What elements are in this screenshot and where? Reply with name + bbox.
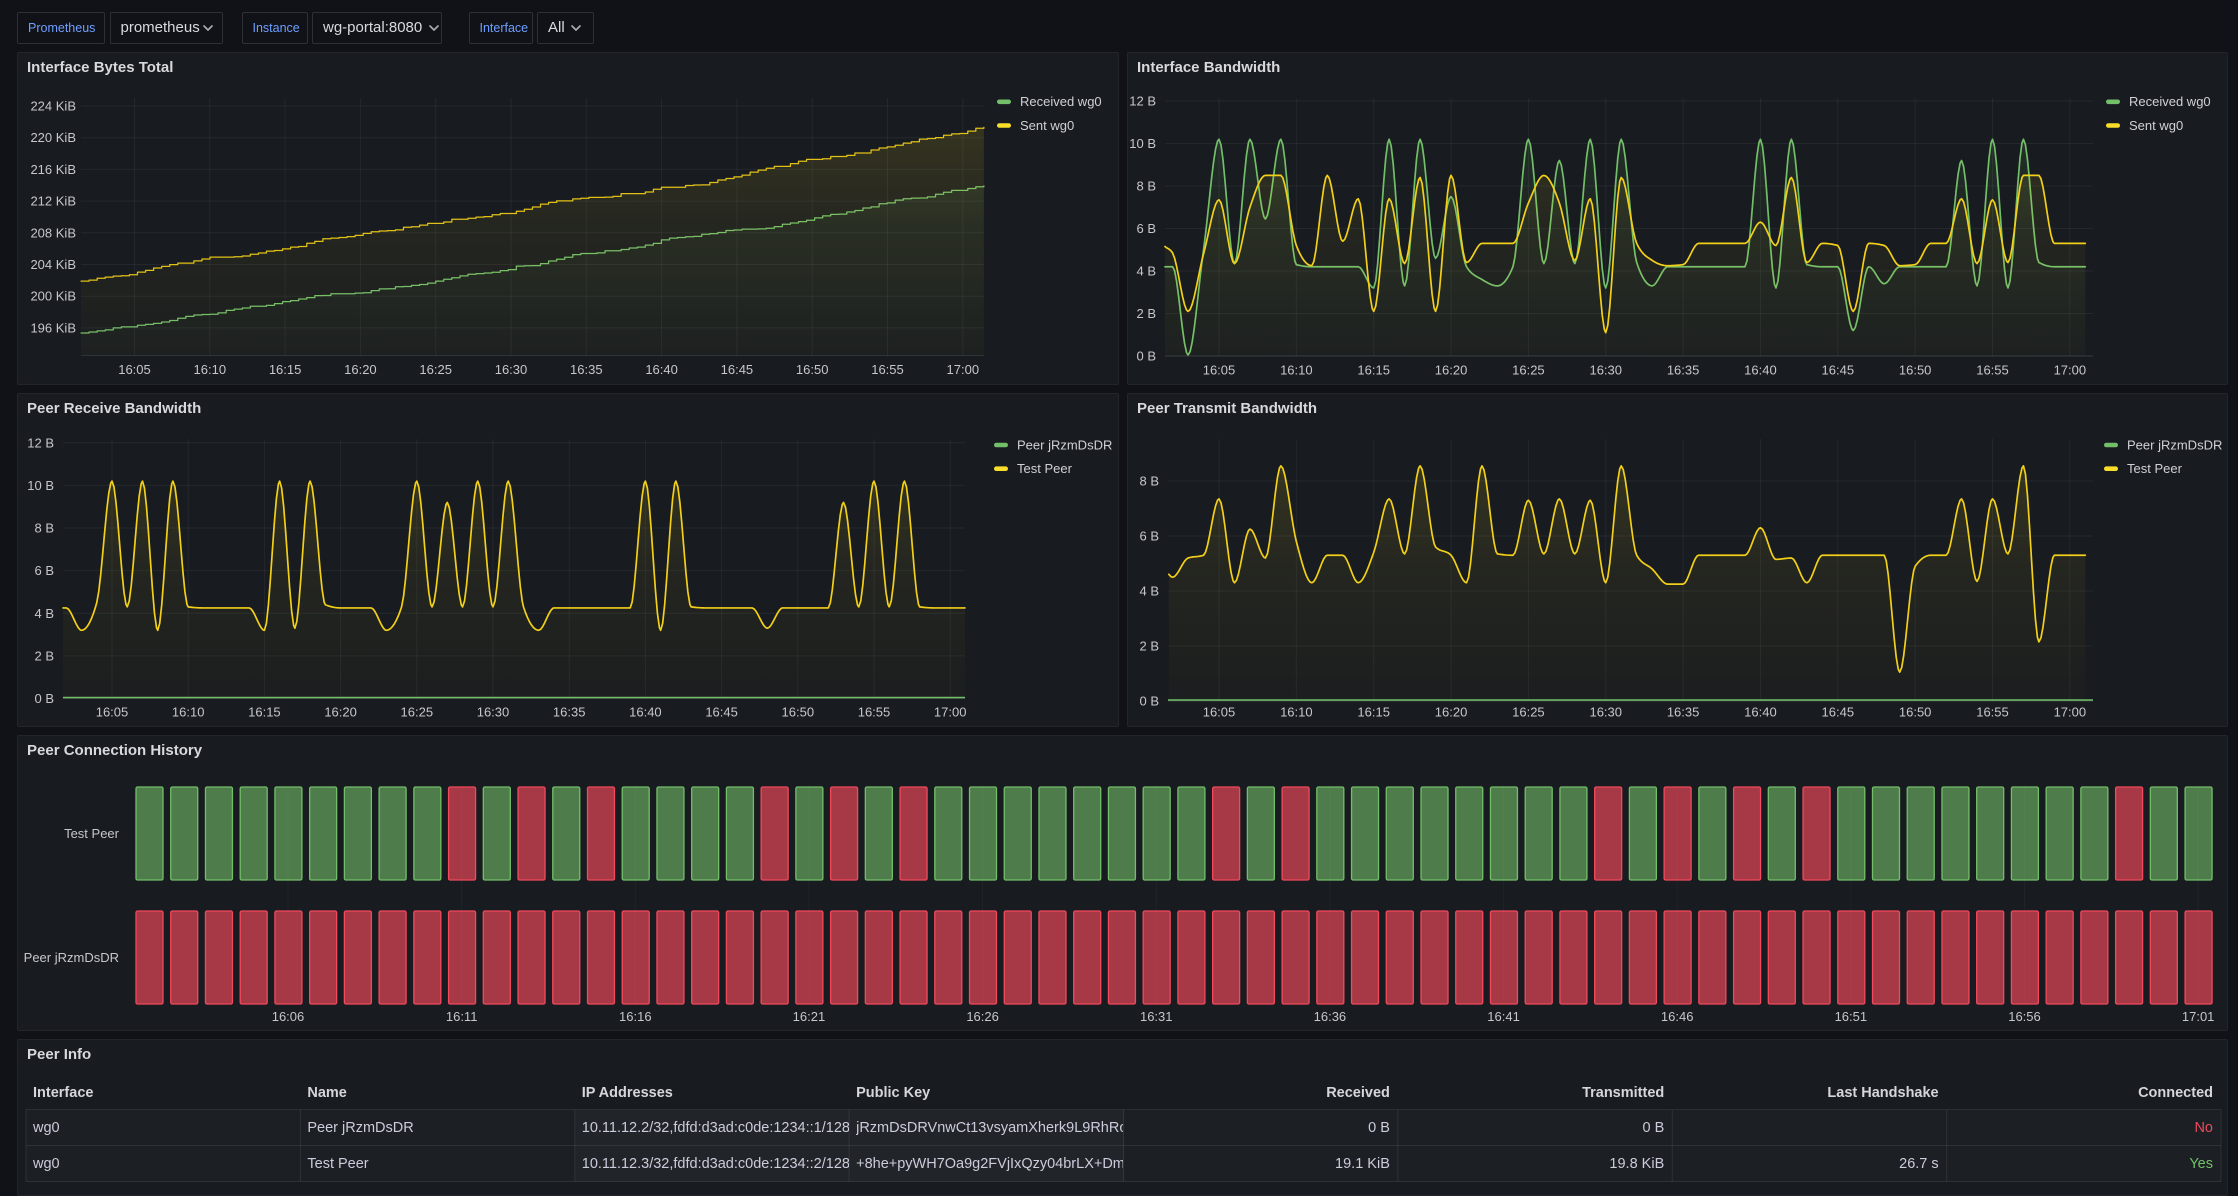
svg-text:16:50: 16:50 xyxy=(796,362,829,377)
svg-text:16:55: 16:55 xyxy=(858,705,891,720)
svg-text:16:15: 16:15 xyxy=(269,362,302,377)
svg-text:Sent wg0: Sent wg0 xyxy=(2129,118,2183,133)
svg-text:200 KiB: 200 KiB xyxy=(30,289,76,304)
svg-text:2 B: 2 B xyxy=(34,648,54,663)
svg-text:16:20: 16:20 xyxy=(1435,363,1468,378)
svg-text:8 B: 8 B xyxy=(34,521,54,536)
svg-text:220 KiB: 220 KiB xyxy=(30,130,76,145)
svg-text:16:50: 16:50 xyxy=(1899,363,1932,378)
svg-text:16:25: 16:25 xyxy=(419,362,452,377)
svg-text:0 B: 0 B xyxy=(1139,694,1159,709)
svg-text:16:16: 16:16 xyxy=(619,1009,652,1024)
svg-text:224 KiB: 224 KiB xyxy=(30,99,76,114)
svg-text:208 KiB: 208 KiB xyxy=(30,225,76,240)
svg-text:16:05: 16:05 xyxy=(96,705,129,720)
svg-text:216 KiB: 216 KiB xyxy=(30,162,76,177)
svg-text:2 B: 2 B xyxy=(1139,639,1159,654)
svg-text:8 B: 8 B xyxy=(1139,474,1159,489)
svg-text:196 KiB: 196 KiB xyxy=(30,320,76,335)
svg-text:16:36: 16:36 xyxy=(1314,1009,1347,1024)
svg-text:16:30: 16:30 xyxy=(1589,705,1622,720)
svg-text:17:01: 17:01 xyxy=(2182,1009,2215,1024)
svg-text:16:30: 16:30 xyxy=(477,705,510,720)
svg-text:16:55: 16:55 xyxy=(1976,363,2009,378)
svg-text:Test Peer: Test Peer xyxy=(1017,461,1073,476)
svg-text:16:05: 16:05 xyxy=(1203,705,1236,720)
svg-text:4 B: 4 B xyxy=(1139,584,1159,599)
svg-text:16:15: 16:15 xyxy=(1357,363,1390,378)
svg-text:16:15: 16:15 xyxy=(248,705,281,720)
svg-text:0 B: 0 B xyxy=(1136,349,1156,364)
svg-text:16:45: 16:45 xyxy=(1822,363,1855,378)
svg-text:16:21: 16:21 xyxy=(793,1009,826,1024)
svg-text:16:55: 16:55 xyxy=(871,362,904,377)
svg-text:16:25: 16:25 xyxy=(1512,705,1545,720)
svg-text:16:35: 16:35 xyxy=(1667,363,1700,378)
svg-text:Received wg0: Received wg0 xyxy=(2129,94,2211,109)
svg-text:16:40: 16:40 xyxy=(1744,705,1777,720)
svg-text:17:00: 17:00 xyxy=(947,362,980,377)
svg-text:12 B: 12 B xyxy=(1129,94,1156,109)
svg-text:16:10: 16:10 xyxy=(1280,705,1313,720)
svg-text:12 B: 12 B xyxy=(27,435,54,450)
svg-text:Received wg0: Received wg0 xyxy=(1020,94,1102,109)
svg-text:Sent wg0: Sent wg0 xyxy=(1020,118,1074,133)
svg-text:17:00: 17:00 xyxy=(2054,705,2087,720)
svg-text:16:25: 16:25 xyxy=(1512,363,1545,378)
svg-text:16:05: 16:05 xyxy=(118,362,151,377)
svg-text:16:10: 16:10 xyxy=(194,362,227,377)
svg-text:6 B: 6 B xyxy=(1139,529,1159,544)
svg-text:8 B: 8 B xyxy=(1136,179,1156,194)
svg-text:16:40: 16:40 xyxy=(1744,363,1777,378)
svg-text:16:30: 16:30 xyxy=(1589,363,1622,378)
svg-text:10 B: 10 B xyxy=(1129,136,1156,151)
svg-text:16:45: 16:45 xyxy=(721,362,754,377)
svg-text:16:26: 16:26 xyxy=(966,1009,999,1024)
svg-text:16:30: 16:30 xyxy=(495,362,528,377)
svg-text:16:45: 16:45 xyxy=(705,705,738,720)
svg-text:16:50: 16:50 xyxy=(782,705,815,720)
svg-text:16:51: 16:51 xyxy=(1835,1009,1868,1024)
svg-text:16:20: 16:20 xyxy=(344,362,377,377)
svg-text:16:45: 16:45 xyxy=(1822,705,1855,720)
svg-text:16:40: 16:40 xyxy=(645,362,678,377)
svg-text:2 B: 2 B xyxy=(1136,306,1156,321)
svg-text:17:00: 17:00 xyxy=(934,705,967,720)
svg-text:16:10: 16:10 xyxy=(1280,363,1313,378)
svg-text:16:05: 16:05 xyxy=(1203,363,1236,378)
svg-text:204 KiB: 204 KiB xyxy=(30,257,76,272)
svg-text:16:46: 16:46 xyxy=(1661,1009,1694,1024)
svg-text:16:25: 16:25 xyxy=(401,705,434,720)
svg-text:0 B: 0 B xyxy=(34,691,54,706)
svg-text:212 KiB: 212 KiB xyxy=(30,194,76,209)
svg-text:16:35: 16:35 xyxy=(1667,705,1700,720)
svg-text:Test Peer: Test Peer xyxy=(64,826,120,841)
svg-text:16:55: 16:55 xyxy=(1976,705,2009,720)
svg-text:16:56: 16:56 xyxy=(2008,1009,2041,1024)
svg-text:Peer jRzmDsDR: Peer jRzmDsDR xyxy=(24,950,119,965)
svg-text:6 B: 6 B xyxy=(1136,221,1156,236)
svg-text:4 B: 4 B xyxy=(1136,264,1156,279)
svg-text:16:06: 16:06 xyxy=(272,1009,305,1024)
svg-text:16:15: 16:15 xyxy=(1357,705,1390,720)
svg-text:16:20: 16:20 xyxy=(1435,705,1468,720)
svg-text:16:50: 16:50 xyxy=(1899,705,1932,720)
svg-text:Peer jRzmDsDR: Peer jRzmDsDR xyxy=(2127,437,2222,452)
svg-text:16:41: 16:41 xyxy=(1487,1009,1520,1024)
svg-text:4 B: 4 B xyxy=(34,606,54,621)
svg-text:16:35: 16:35 xyxy=(553,705,586,720)
svg-text:10 B: 10 B xyxy=(27,478,54,493)
svg-text:6 B: 6 B xyxy=(34,563,54,578)
svg-text:Test Peer: Test Peer xyxy=(2127,461,2183,476)
svg-text:16:40: 16:40 xyxy=(629,705,662,720)
svg-text:16:35: 16:35 xyxy=(570,362,603,377)
svg-text:Peer jRzmDsDR: Peer jRzmDsDR xyxy=(1017,437,1112,452)
svg-text:16:20: 16:20 xyxy=(324,705,357,720)
svg-text:16:31: 16:31 xyxy=(1140,1009,1173,1024)
svg-text:16:11: 16:11 xyxy=(446,1009,478,1024)
svg-text:16:10: 16:10 xyxy=(172,705,205,720)
svg-text:17:00: 17:00 xyxy=(2054,363,2087,378)
